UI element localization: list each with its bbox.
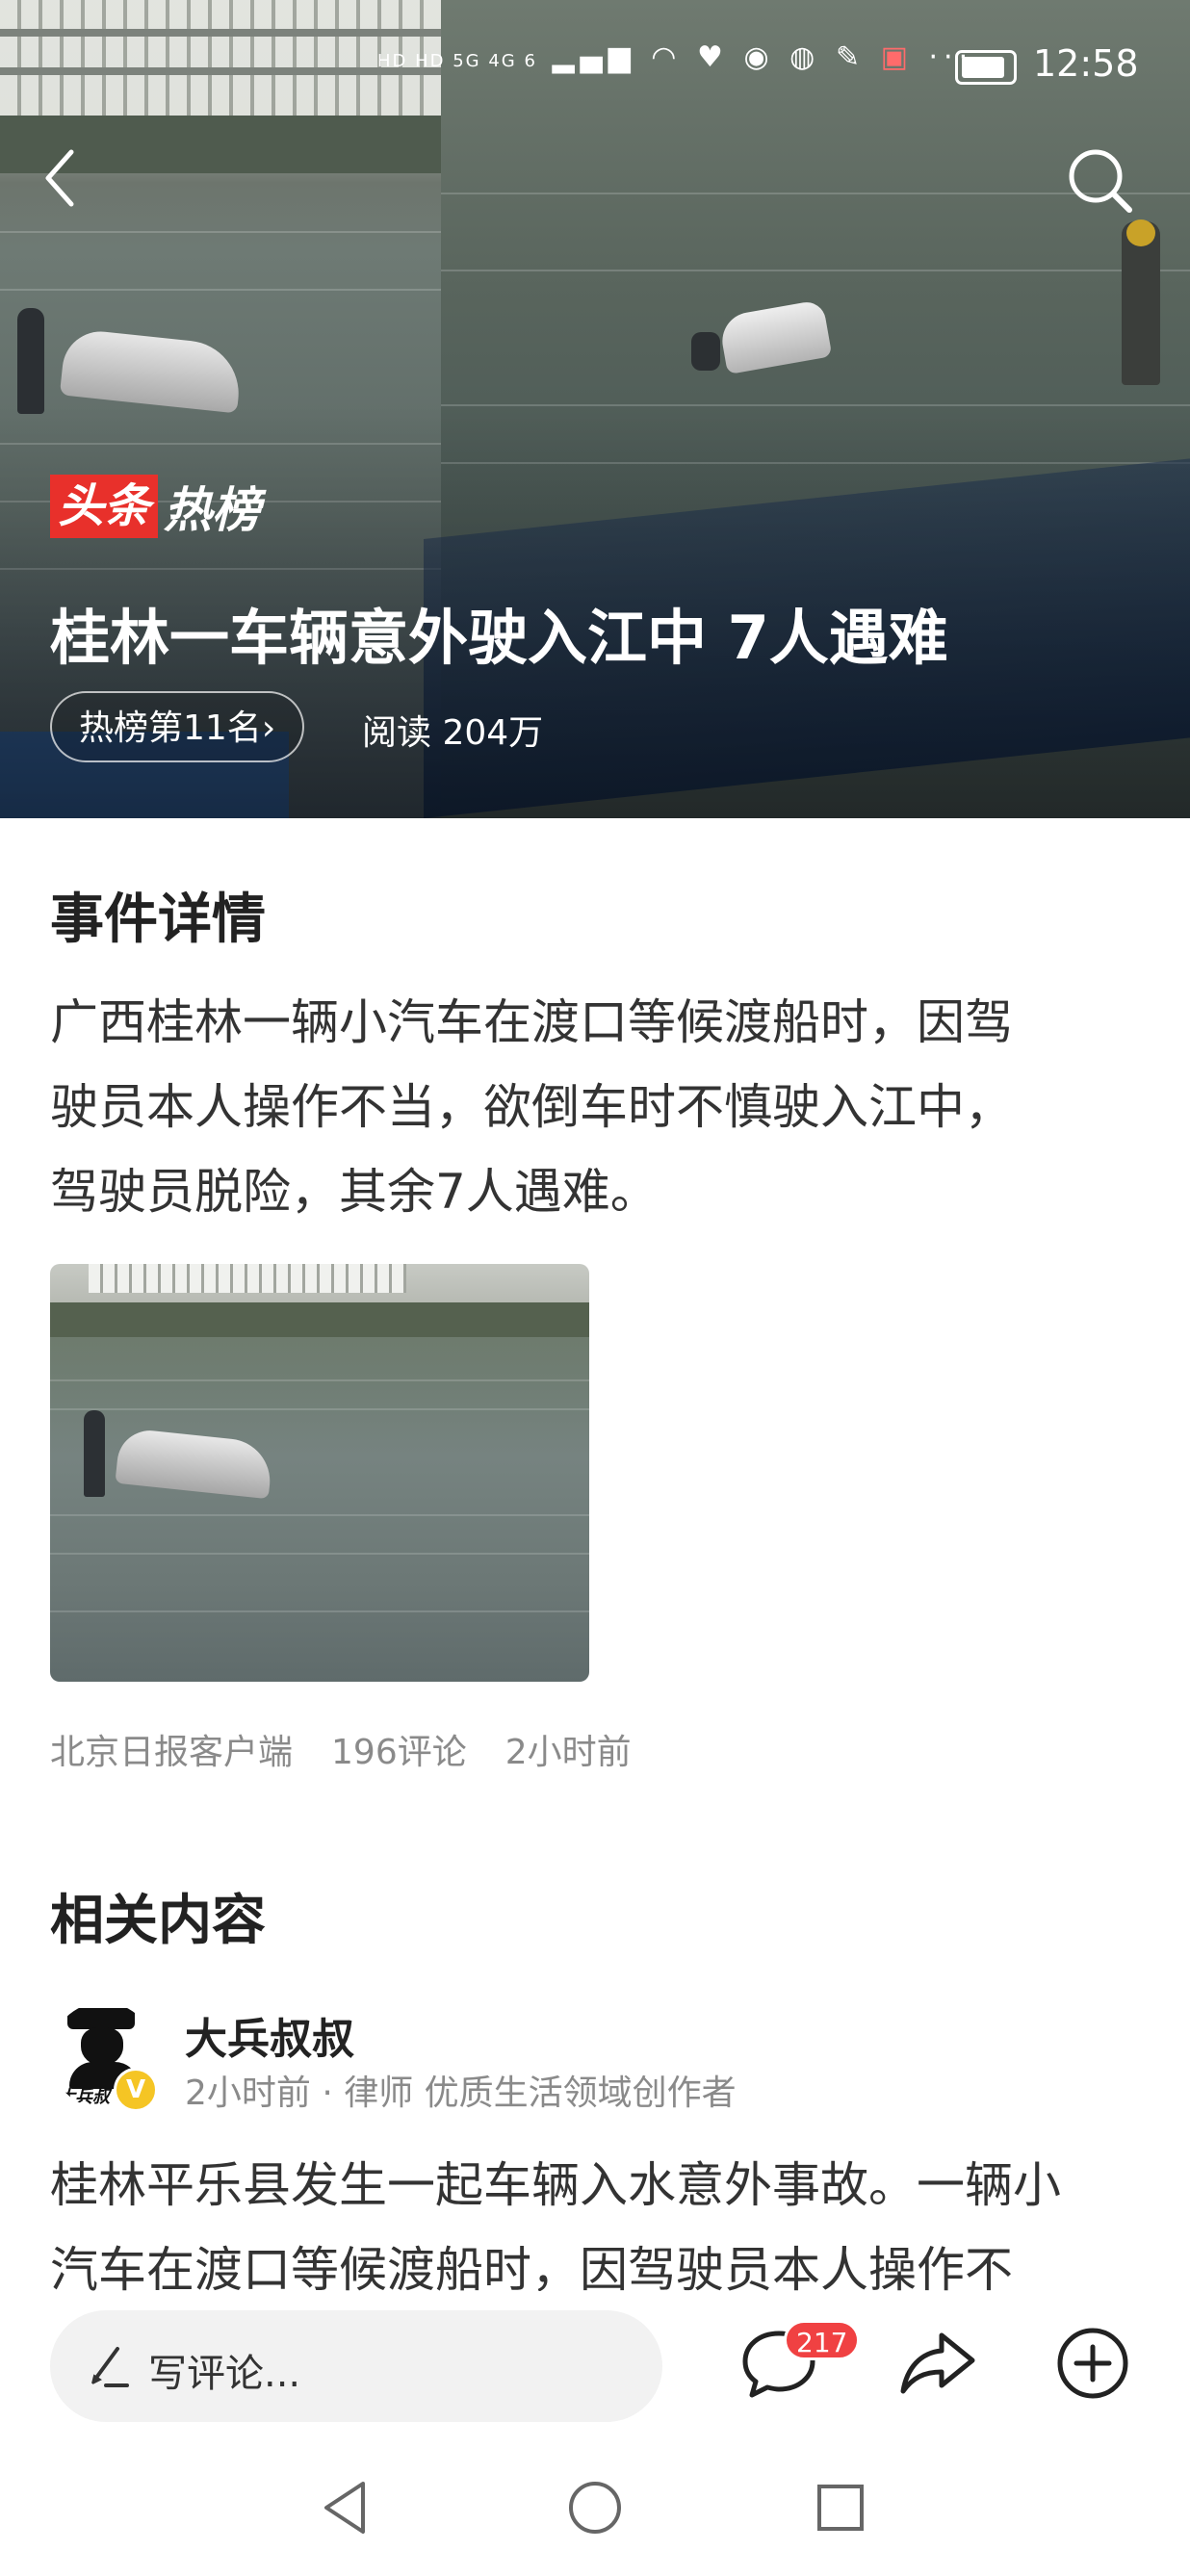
app-icon: ✎ [835, 40, 867, 74]
rank-button[interactable]: 热榜第11名› [50, 691, 305, 762]
status-bar: HD HD 5G 4G 6 ▂▄▆ ◠ ♥ ◉ ◍ ✎ ▣ ··· 12:58 [0, 0, 1190, 135]
battery-icon [955, 50, 1017, 85]
summary-line: 驶员本人操作不当，欲倒车时不慎驶入江中， [50, 1079, 1013, 1135]
recents-square-icon[interactable] [807, 2474, 874, 2541]
chevron-right-icon: › [261, 708, 276, 748]
back-triangle-icon[interactable] [313, 2474, 380, 2541]
network-indicators: HD HD 5G 4G 6 [377, 51, 537, 71]
source-label[interactable]: 北京日报客户端 [50, 1733, 293, 1772]
bottom-action-bar: 写评论... 217 [0, 2291, 1190, 2445]
app-icon: ◍ [789, 40, 821, 74]
read-count: 阅读 204万 [362, 713, 544, 753]
verified-badge-icon: V [114, 2068, 158, 2112]
related-article-text[interactable]: 桂林平乐县发生一起车辆入水意外事故。一辆小 汽车在渡口等候渡船时，因驾驶员本人操… [50, 2143, 1148, 2312]
clock: 12:58 [1033, 42, 1139, 85]
home-circle-icon[interactable] [561, 2474, 629, 2541]
comment-count-badge: 217 [784, 2320, 861, 2360]
author-meta: 2小时前 · 律师 优质生活领域创作者 [185, 2074, 737, 2113]
summary-line: 驾驶员脱险，其余7人遇难。 [50, 1164, 659, 1220]
rank-label: 热榜第11名 [79, 708, 262, 748]
hero-banner: HD HD 5G 4G 6 ▂▄▆ ◠ ♥ ◉ ◍ ✎ ▣ ··· 12:58 … [0, 0, 1190, 818]
pen-icon [91, 2347, 129, 2387]
toutiao-hot-list-logo: 头条 热榜 [50, 475, 260, 538]
search-button[interactable] [1064, 144, 1137, 218]
brand-box: 头条 [50, 475, 159, 538]
signal-icon: ▂▄▆ [552, 40, 636, 74]
article-meta: 北京日报客户端 196评论 2小时前 [50, 1724, 670, 1774]
chevron-left-icon [45, 149, 74, 207]
search-icon [1069, 149, 1132, 213]
brand-text: 热榜 [164, 482, 261, 538]
back-button[interactable] [39, 144, 87, 212]
app-icon: ▣ [880, 40, 914, 74]
status-indicators: HD HD 5G 4G 6 ▂▄▆ ◠ ♥ ◉ ◍ ✎ ▣ ··· [377, 40, 973, 74]
submerged-car-image [59, 327, 245, 414]
section-title-details: 事件详情 [50, 889, 266, 951]
system-nav-bar [0, 2445, 1190, 2576]
news-thumbnail[interactable] [50, 1264, 589, 1682]
overturned-car-image [717, 298, 833, 375]
wifi-icon: ◠ [651, 40, 683, 74]
time-label: 2小时前 [504, 1733, 632, 1772]
app-icon: ◉ [743, 40, 775, 74]
section-title-related: 相关内容 [50, 1890, 266, 1952]
hero-title: 桂林一车辆意外驶入江中 7人遇难 [50, 603, 948, 673]
rescuer-figure [17, 308, 44, 414]
author-name[interactable]: 大兵叔叔 [185, 2004, 354, 2066]
comment-input[interactable]: 写评论... [50, 2310, 662, 2422]
related-line: 桂林平乐县发生一起车辆入水意外事故。一辆小 [50, 2157, 1061, 2213]
avatar-text: 大兵叔 [58, 2087, 110, 2107]
add-icon[interactable] [1051, 2322, 1134, 2405]
swimmer-figure [691, 332, 720, 371]
event-summary: 广西桂林一辆小汽车在渡口等候渡船时，因驾 驶员本人操作不当，欲倒车时不慎驶入江中… [50, 980, 1148, 1234]
share-icon[interactable] [895, 2322, 978, 2405]
comment-count-label[interactable]: 196评论 [331, 1733, 467, 1772]
heart-icon: ♥ [696, 40, 729, 74]
summary-line: 广西桂林一辆小汽车在渡口等候渡船时，因驾 [50, 994, 1013, 1050]
comment-placeholder: 写评论... [148, 2352, 301, 2396]
